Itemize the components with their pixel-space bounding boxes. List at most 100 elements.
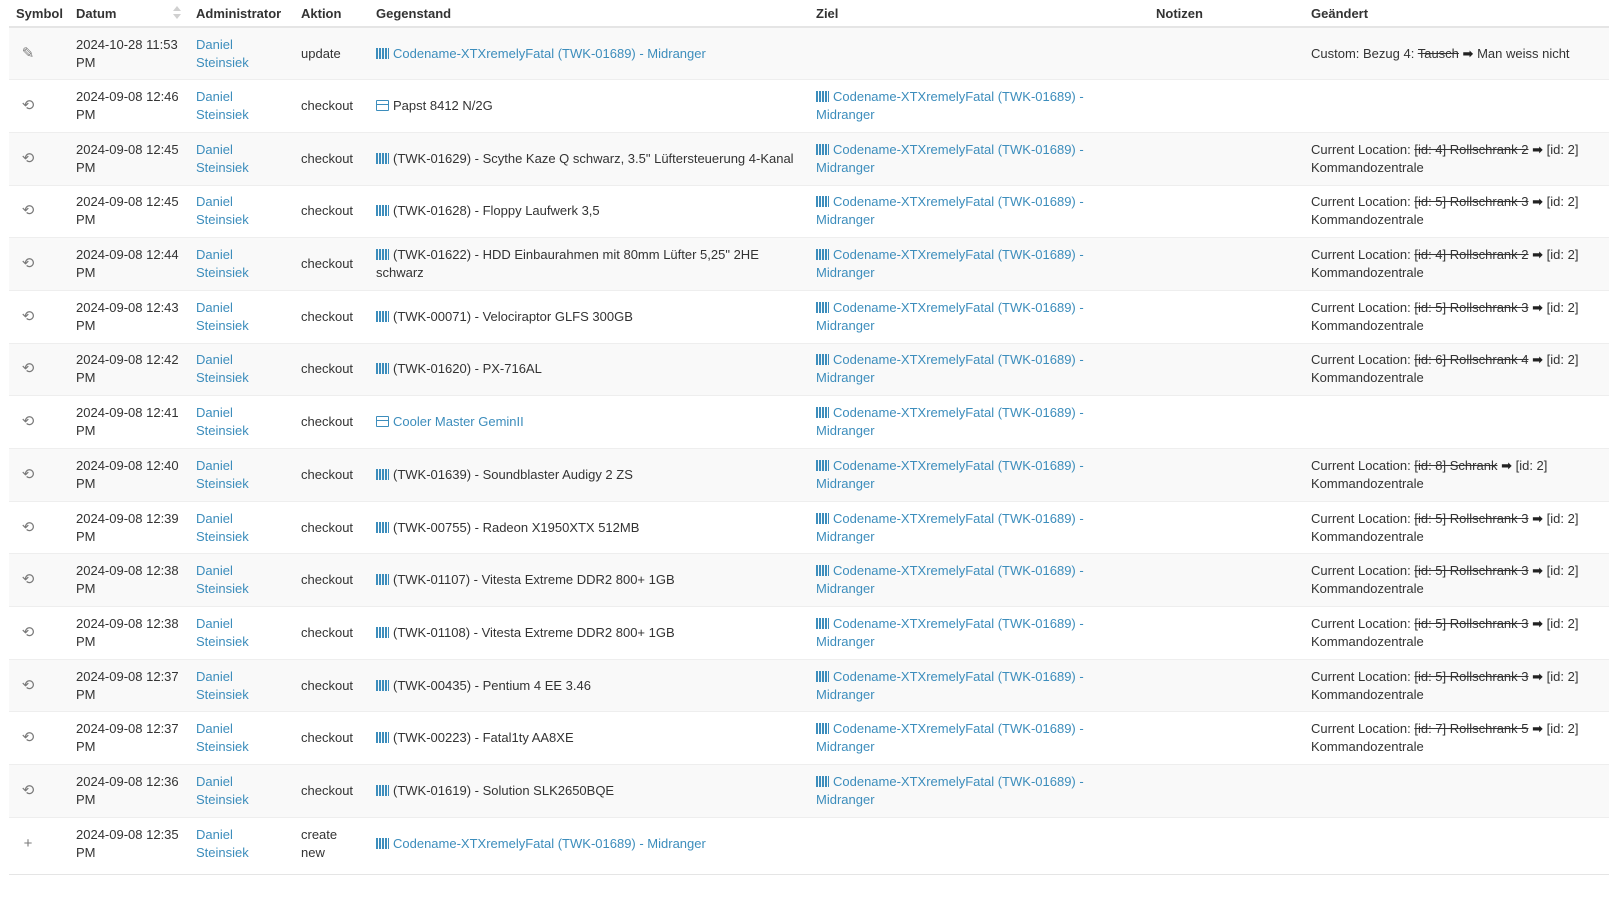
row-item-link[interactable]: (TWK-01622) - HDD Einbaurahmen mit 80mm …	[376, 247, 759, 280]
sort-icon[interactable]	[173, 6, 181, 20]
row-change-cell: Current Location: [id: 5] Rollschrank 3 …	[1304, 289, 1609, 344]
row-target-cell[interactable]: Codename-XTXremelyFatal (TWK-01689) - Mi…	[809, 448, 1149, 502]
col-header-symbol[interactable]: Symbol	[9, 0, 69, 28]
row-target-cell[interactable]: Codename-XTXremelyFatal (TWK-01689) - Mi…	[809, 500, 1149, 554]
row-item-link[interactable]: (TWK-01619) - Solution SLK2650BQE	[393, 783, 614, 798]
row-target-link[interactable]: Codename-XTXremelyFatal (TWK-01689) - Mi…	[816, 458, 1084, 491]
row-symbol-cell: ⟲	[9, 289, 69, 344]
row-target-cell[interactable]: Codename-XTXremelyFatal (TWK-01689) - Mi…	[809, 395, 1149, 449]
col-header-gegenstand[interactable]: Gegenstand	[369, 0, 809, 28]
row-admin-link[interactable]: Daniel Steinsiek	[189, 289, 294, 344]
row-change-cell	[1304, 816, 1609, 870]
row-admin-link[interactable]: Daniel Steinsiek	[189, 26, 294, 80]
row-action: checkout	[294, 289, 369, 344]
row-change-cell	[1304, 395, 1609, 449]
row-item-link[interactable]: (TWK-00223) - Fatal1ty AA8XE	[393, 730, 574, 745]
row-item-link[interactable]: (TWK-01628) - Floppy Laufwerk 3,5	[393, 203, 600, 218]
row-target-link[interactable]: Codename-XTXremelyFatal (TWK-01689) - Mi…	[816, 511, 1084, 544]
row-target-link[interactable]: Codename-XTXremelyFatal (TWK-01689) - Mi…	[816, 669, 1084, 702]
row-item-cell[interactable]: Cooler Master GeminII	[369, 395, 809, 449]
row-admin-link[interactable]: Daniel Steinsiek	[189, 342, 294, 396]
row-target-link[interactable]: Codename-XTXremelyFatal (TWK-01689) - Mi…	[816, 300, 1084, 333]
row-admin-link[interactable]: Daniel Steinsiek	[189, 606, 294, 660]
row-item-link[interactable]: Codename-XTXremelyFatal (TWK-01689) - Mi…	[393, 836, 706, 851]
row-target-link[interactable]: Codename-XTXremelyFatal (TWK-01689) - Mi…	[816, 405, 1084, 438]
row-target-cell[interactable]: Codename-XTXremelyFatal (TWK-01689) - Mi…	[809, 342, 1149, 396]
row-admin-link[interactable]: Daniel Steinsiek	[189, 711, 294, 765]
col-header-notizen[interactable]: Notizen	[1149, 0, 1304, 28]
row-item-cell[interactable]: (TWK-01620) - PX-716AL	[369, 342, 809, 396]
row-target-cell[interactable]: Codename-XTXremelyFatal (TWK-01689) - Mi…	[809, 553, 1149, 607]
arrow-right-icon: ➡	[1532, 194, 1544, 210]
row-admin-link[interactable]: Daniel Steinsiek	[189, 500, 294, 554]
row-item-link[interactable]: (TWK-00435) - Pentium 4 EE 3.46	[393, 678, 591, 693]
row-notes	[1149, 553, 1304, 607]
row-item-cell[interactable]: (TWK-01107) - Vitesta Extreme DDR2 800+ …	[369, 553, 809, 607]
row-item-cell[interactable]: (TWK-01108) - Vitesta Extreme DDR2 800+ …	[369, 606, 809, 660]
row-admin-link[interactable]: Daniel Steinsiek	[189, 764, 294, 818]
undo-icon: ⟲	[21, 571, 35, 589]
row-target-cell[interactable]: Codename-XTXremelyFatal (TWK-01689) - Mi…	[809, 711, 1149, 765]
change-new-value: [id: 2]	[1543, 352, 1579, 368]
row-target-cell[interactable]: Codename-XTXremelyFatal (TWK-01689) - Mi…	[809, 184, 1149, 238]
row-item-link[interactable]: (TWK-01108) - Vitesta Extreme DDR2 800+ …	[393, 625, 675, 640]
row-symbol-cell: ⟲	[9, 237, 69, 291]
row-admin-link[interactable]: Daniel Steinsiek	[189, 237, 294, 291]
barcode-icon	[816, 196, 829, 208]
row-item-cell[interactable]: (TWK-01622) - HDD Einbaurahmen mit 80mm …	[369, 237, 809, 291]
row-admin-link[interactable]: Daniel Steinsiek	[189, 184, 294, 238]
row-date: 2024-09-08 12:41 PM	[69, 395, 189, 449]
row-admin-link[interactable]: Daniel Steinsiek	[189, 448, 294, 502]
row-action: checkout	[294, 79, 369, 133]
row-item-cell[interactable]: (TWK-00071) - Velociraptor GLFS 300GB	[369, 289, 809, 344]
row-admin-link[interactable]: Daniel Steinsiek	[189, 816, 294, 870]
row-item-link[interactable]: Papst 8412 N/2G	[393, 98, 493, 113]
row-item-link[interactable]: (TWK-00071) - Velociraptor GLFS 300GB	[393, 309, 633, 324]
row-item-cell[interactable]: (TWK-01619) - Solution SLK2650BQE	[369, 764, 809, 818]
row-target-link[interactable]: Codename-XTXremelyFatal (TWK-01689) - Mi…	[816, 247, 1084, 280]
row-item-link[interactable]: (TWK-01107) - Vitesta Extreme DDR2 800+ …	[393, 572, 675, 587]
row-item-cell[interactable]: (TWK-00223) - Fatal1ty AA8XE	[369, 711, 809, 765]
row-target-link[interactable]: Codename-XTXremelyFatal (TWK-01689) - Mi…	[816, 616, 1084, 649]
col-header-aktion[interactable]: Aktion	[294, 0, 369, 28]
row-target-link[interactable]: Codename-XTXremelyFatal (TWK-01689) - Mi…	[816, 352, 1084, 385]
row-admin-link[interactable]: Daniel Steinsiek	[189, 553, 294, 607]
row-target-cell[interactable]: Codename-XTXremelyFatal (TWK-01689) - Mi…	[809, 289, 1149, 344]
row-item-link[interactable]: Codename-XTXremelyFatal (TWK-01689) - Mi…	[393, 46, 706, 61]
row-target-cell[interactable]: Codename-XTXremelyFatal (TWK-01689) - Mi…	[809, 764, 1149, 818]
row-target-cell[interactable]: Codename-XTXremelyFatal (TWK-01689) - Mi…	[809, 606, 1149, 660]
row-item-link[interactable]: (TWK-01629) - Scythe Kaze Q schwarz, 3.5…	[393, 151, 794, 166]
row-item-link[interactable]: (TWK-00755) - Radeon X1950XTX 512MB	[393, 520, 639, 535]
row-target-link[interactable]: Codename-XTXremelyFatal (TWK-01689) - Mi…	[816, 89, 1084, 122]
col-header-datum[interactable]: Datum	[69, 0, 189, 28]
row-target-link[interactable]: Codename-XTXremelyFatal (TWK-01689) - Mi…	[816, 194, 1084, 227]
col-header-geaendert[interactable]: Geändert	[1304, 0, 1609, 28]
row-admin-link[interactable]: Daniel Steinsiek	[189, 658, 294, 712]
row-item-cell[interactable]: (TWK-01628) - Floppy Laufwerk 3,5	[369, 184, 809, 238]
row-item-link[interactable]: (TWK-01639) - Soundblaster Audigy 2 ZS	[393, 467, 633, 482]
col-header-administrator[interactable]: Administrator	[189, 0, 294, 28]
row-item-cell[interactable]: (TWK-01629) - Scythe Kaze Q schwarz, 3.5…	[369, 131, 809, 186]
row-item-link[interactable]: Cooler Master GeminII	[393, 414, 524, 429]
row-item-cell[interactable]: (TWK-00435) - Pentium 4 EE 3.46	[369, 658, 809, 712]
row-target-link[interactable]: Codename-XTXremelyFatal (TWK-01689) - Mi…	[816, 721, 1084, 754]
row-target-link[interactable]: Codename-XTXremelyFatal (TWK-01689) - Mi…	[816, 563, 1084, 596]
row-item-cell[interactable]: (TWK-01639) - Soundblaster Audigy 2 ZS	[369, 448, 809, 502]
row-target-cell[interactable]: Codename-XTXremelyFatal (TWK-01689) - Mi…	[809, 131, 1149, 186]
barcode-icon	[816, 565, 829, 577]
row-item-link[interactable]: (TWK-01620) - PX-716AL	[393, 361, 542, 376]
row-admin-link[interactable]: Daniel Steinsiek	[189, 79, 294, 133]
row-target-link[interactable]: Codename-XTXremelyFatal (TWK-01689) - Mi…	[816, 142, 1084, 175]
row-admin-link[interactable]: Daniel Steinsiek	[189, 395, 294, 449]
table-row: ⟲ 2024-09-08 12:41 PM Daniel Steinsiek chec…	[9, 395, 1609, 449]
row-target-cell[interactable]: Codename-XTXremelyFatal (TWK-01689) - Mi…	[809, 79, 1149, 133]
row-item-cell[interactable]: Codename-XTXremelyFatal (TWK-01689) - Mi…	[369, 816, 809, 870]
row-target-cell[interactable]: Codename-XTXremelyFatal (TWK-01689) - Mi…	[809, 658, 1149, 712]
row-admin-link[interactable]: Daniel Steinsiek	[189, 131, 294, 186]
row-target-cell[interactable]: Codename-XTXremelyFatal (TWK-01689) - Mi…	[809, 237, 1149, 291]
row-item-cell[interactable]: Codename-XTXremelyFatal (TWK-01689) - Mi…	[369, 26, 809, 80]
col-header-ziel[interactable]: Ziel	[809, 0, 1149, 28]
row-item-cell[interactable]: Papst 8412 N/2G	[369, 79, 809, 133]
row-item-cell[interactable]: (TWK-00755) - Radeon X1950XTX 512MB	[369, 500, 809, 554]
row-target-link[interactable]: Codename-XTXremelyFatal (TWK-01689) - Mi…	[816, 774, 1084, 807]
